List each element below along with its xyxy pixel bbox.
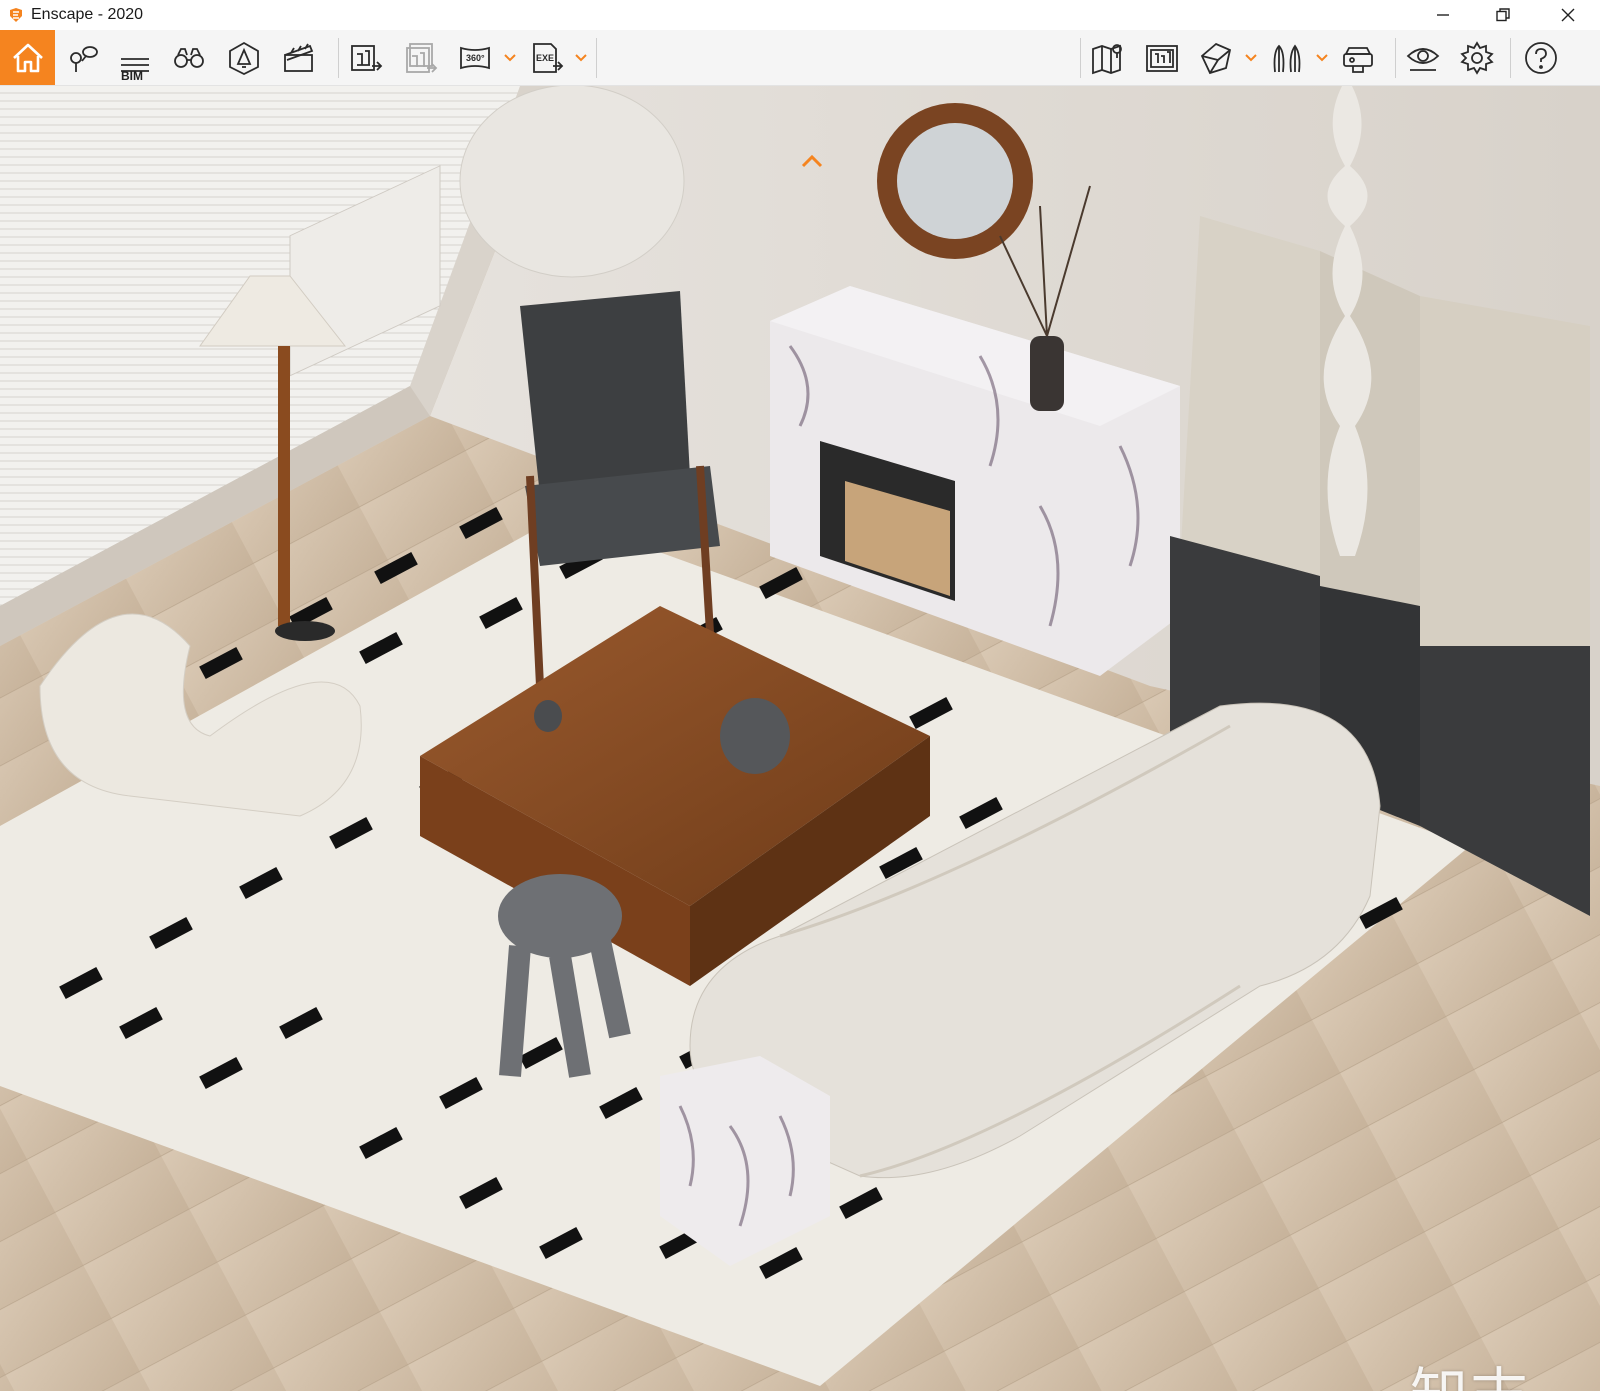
vegetation-icon bbox=[1273, 44, 1301, 73]
clapperboard-icon bbox=[284, 43, 314, 72]
video-editor-button[interactable] bbox=[277, 37, 319, 79]
binoculars-icon bbox=[174, 48, 204, 68]
batch-render-disabled-button[interactable] bbox=[400, 37, 442, 79]
close-button[interactable] bbox=[1545, 0, 1591, 30]
panorama-360-icon: 360° bbox=[460, 46, 490, 70]
svg-text:EXE: EXE bbox=[536, 53, 554, 63]
interior-render bbox=[0, 86, 1600, 1391]
batch-render-button[interactable] bbox=[345, 37, 387, 79]
minimize-button[interactable] bbox=[1420, 0, 1466, 30]
export-exe-icon: EXE bbox=[533, 43, 564, 73]
restore-icon bbox=[1496, 8, 1510, 22]
batch-render-disabled-icon bbox=[406, 43, 438, 73]
export-exe-button[interactable]: EXE bbox=[526, 37, 568, 79]
collapse-toolbar-chevron-icon[interactable] bbox=[800, 154, 824, 168]
binoculars-button[interactable] bbox=[168, 37, 210, 79]
chevron-down-icon[interactable] bbox=[1245, 54, 1257, 62]
enscape-logo-icon bbox=[10, 8, 22, 22]
help-icon bbox=[1525, 42, 1557, 74]
vegetation-button[interactable] bbox=[1266, 37, 1308, 79]
gear-icon bbox=[1460, 41, 1494, 75]
window-title: Enscape - 2020 bbox=[31, 6, 144, 23]
views-button[interactable] bbox=[62, 37, 104, 79]
asset-library-icon bbox=[229, 41, 259, 76]
chevron-down-icon[interactable] bbox=[1316, 54, 1328, 62]
close-icon bbox=[1561, 8, 1575, 22]
help-button[interactable] bbox=[1520, 37, 1562, 79]
title-bar: Enscape - 2020 bbox=[0, 0, 1600, 30]
settings-button[interactable] bbox=[1456, 37, 1498, 79]
eye-icon bbox=[1406, 48, 1440, 71]
bim-label: BIM bbox=[121, 69, 143, 83]
minimize-icon bbox=[1437, 14, 1449, 16]
batch-render-icon bbox=[351, 45, 383, 71]
map-pin-icon bbox=[1092, 44, 1122, 75]
toolbar-separator bbox=[596, 38, 597, 78]
toolbar-separator bbox=[338, 38, 339, 78]
atlas-icon bbox=[1146, 45, 1178, 72]
asset-library-button[interactable] bbox=[223, 37, 265, 79]
panorama-button[interactable]: 360° bbox=[455, 37, 497, 79]
map-button[interactable] bbox=[1087, 37, 1129, 79]
toolbar: BIM 360° EXE bbox=[0, 30, 1600, 86]
render-viewport[interactable]: 知末 ID: 1179560151 bbox=[0, 86, 1600, 1391]
toolbar-separator bbox=[1080, 38, 1081, 78]
toolbar-separator bbox=[1510, 38, 1511, 78]
restore-button[interactable] bbox=[1480, 0, 1526, 30]
chevron-down-icon[interactable] bbox=[575, 54, 587, 62]
home-button[interactable] bbox=[0, 30, 55, 85]
atlas-button[interactable] bbox=[1141, 37, 1183, 79]
home-icon bbox=[12, 43, 43, 72]
visibility-button[interactable] bbox=[1402, 37, 1444, 79]
view-pins-icon bbox=[70, 46, 98, 72]
chevron-down-icon[interactable] bbox=[504, 54, 516, 62]
material-button[interactable] bbox=[1195, 37, 1237, 79]
vr-headset-icon bbox=[1343, 47, 1373, 73]
vr-button[interactable] bbox=[1337, 37, 1379, 79]
cube-icon bbox=[1200, 42, 1232, 75]
svg-text:360°: 360° bbox=[466, 53, 485, 63]
watermark-logo: 知末 bbox=[1410, 1348, 1530, 1391]
toolbar-separator bbox=[1395, 38, 1396, 78]
